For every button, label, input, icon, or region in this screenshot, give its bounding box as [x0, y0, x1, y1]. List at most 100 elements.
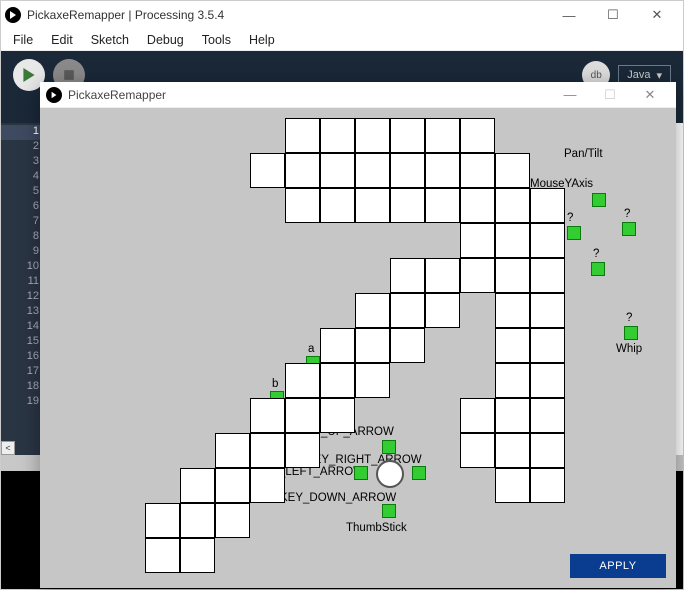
node-key-right[interactable]: [412, 466, 426, 480]
chevron-down-icon: ▾: [656, 69, 662, 82]
grid-cell[interactable]: [425, 293, 460, 328]
node-mouse-y[interactable]: [592, 193, 606, 207]
menu-debug[interactable]: Debug: [139, 31, 192, 49]
grid-cell[interactable]: [530, 398, 565, 433]
grid-cell[interactable]: [530, 188, 565, 223]
node-key-left[interactable]: [354, 466, 368, 480]
grid-cell[interactable]: [495, 328, 530, 363]
ide-minimize-button[interactable]: —: [547, 1, 591, 29]
grid-cell[interactable]: [425, 153, 460, 188]
grid-cell[interactable]: [390, 188, 425, 223]
scroll-left-arrow-icon[interactable]: <: [1, 441, 15, 455]
sketch-titlebar: PickaxeRemapper — ☐ ✕: [40, 82, 676, 108]
grid-cell[interactable]: [250, 153, 285, 188]
grid-cell[interactable]: [425, 258, 460, 293]
grid-cell[interactable]: [530, 328, 565, 363]
gutter-line: 6: [1, 200, 45, 215]
grid-cell[interactable]: [320, 118, 355, 153]
grid-cell[interactable]: [320, 153, 355, 188]
grid-cell[interactable]: [320, 398, 355, 433]
grid-cell[interactable]: [460, 188, 495, 223]
grid-cell[interactable]: [285, 433, 320, 468]
node-whip[interactable]: [624, 326, 638, 340]
gutter-line: 15: [1, 335, 45, 350]
menu-file[interactable]: File: [5, 31, 41, 49]
node-q2[interactable]: [622, 222, 636, 236]
grid-cell[interactable]: [355, 118, 390, 153]
node-key-up[interactable]: [382, 440, 396, 454]
grid-cell[interactable]: [495, 398, 530, 433]
menu-help[interactable]: Help: [241, 31, 283, 49]
grid-cell[interactable]: [320, 328, 355, 363]
sketch-minimize-button[interactable]: —: [550, 82, 590, 108]
grid-cell[interactable]: [495, 293, 530, 328]
label-whip: Whip: [616, 343, 642, 355]
grid-cell[interactable]: [355, 188, 390, 223]
grid-cell[interactable]: [145, 538, 180, 573]
gutter-line: 19: [1, 395, 45, 410]
grid-cell[interactable]: [460, 223, 495, 258]
grid-cell[interactable]: [460, 398, 495, 433]
grid-cell[interactable]: [495, 433, 530, 468]
menu-sketch[interactable]: Sketch: [83, 31, 137, 49]
grid-cell[interactable]: [390, 153, 425, 188]
grid-cell[interactable]: [460, 153, 495, 188]
grid-cell[interactable]: [495, 468, 530, 503]
grid-cell[interactable]: [530, 468, 565, 503]
grid-cell[interactable]: [285, 118, 320, 153]
grid-cell[interactable]: [145, 503, 180, 538]
grid-cell[interactable]: [215, 503, 250, 538]
grid-cell[interactable]: [495, 363, 530, 398]
grid-cell[interactable]: [215, 433, 250, 468]
grid-cell[interactable]: [530, 258, 565, 293]
node-q1[interactable]: [567, 226, 581, 240]
grid-cell[interactable]: [460, 433, 495, 468]
grid-cell[interactable]: [180, 468, 215, 503]
thumbstick-circle[interactable]: [376, 460, 404, 488]
label-q2: ?: [624, 208, 630, 220]
grid-cell[interactable]: [355, 153, 390, 188]
gutter-line: 2: [1, 140, 45, 155]
grid-cell[interactable]: [250, 433, 285, 468]
node-q3[interactable]: [591, 262, 605, 276]
grid-cell[interactable]: [390, 328, 425, 363]
grid-cell[interactable]: [495, 188, 530, 223]
grid-cell[interactable]: [285, 363, 320, 398]
grid-cell[interactable]: [355, 328, 390, 363]
grid-cell[interactable]: [425, 188, 460, 223]
node-key-down[interactable]: [382, 504, 396, 518]
grid-cell[interactable]: [320, 363, 355, 398]
grid-cell[interactable]: [285, 153, 320, 188]
grid-cell[interactable]: [460, 258, 495, 293]
grid-cell[interactable]: [530, 293, 565, 328]
menu-edit[interactable]: Edit: [43, 31, 81, 49]
grid-cell[interactable]: [215, 468, 250, 503]
grid-cell[interactable]: [390, 118, 425, 153]
grid-cell[interactable]: [250, 398, 285, 433]
grid-cell[interactable]: [285, 188, 320, 223]
sketch-canvas[interactable]: Pan/Tilt MouseYAxis ? ? ? ? Whip a b KEY…: [40, 108, 676, 588]
label-thumbstick: ThumbStick: [346, 522, 407, 534]
grid-cell[interactable]: [460, 118, 495, 153]
grid-cell[interactable]: [355, 363, 390, 398]
grid-cell[interactable]: [180, 503, 215, 538]
grid-cell[interactable]: [530, 223, 565, 258]
grid-cell[interactable]: [495, 153, 530, 188]
grid-cell[interactable]: [390, 258, 425, 293]
grid-cell[interactable]: [530, 433, 565, 468]
grid-cell[interactable]: [180, 538, 215, 573]
grid-cell[interactable]: [495, 223, 530, 258]
grid-cell[interactable]: [250, 468, 285, 503]
grid-cell[interactable]: [495, 258, 530, 293]
grid-cell[interactable]: [320, 188, 355, 223]
grid-cell[interactable]: [355, 293, 390, 328]
grid-cell[interactable]: [425, 118, 460, 153]
grid-cell[interactable]: [530, 363, 565, 398]
sketch-close-button[interactable]: ✕: [630, 82, 670, 108]
grid-cell[interactable]: [285, 398, 320, 433]
apply-button[interactable]: APPLY: [570, 554, 666, 578]
ide-maximize-button[interactable]: ☐: [591, 1, 635, 29]
ide-close-button[interactable]: ✕: [635, 1, 679, 29]
grid-cell[interactable]: [390, 293, 425, 328]
menu-tools[interactable]: Tools: [194, 31, 239, 49]
